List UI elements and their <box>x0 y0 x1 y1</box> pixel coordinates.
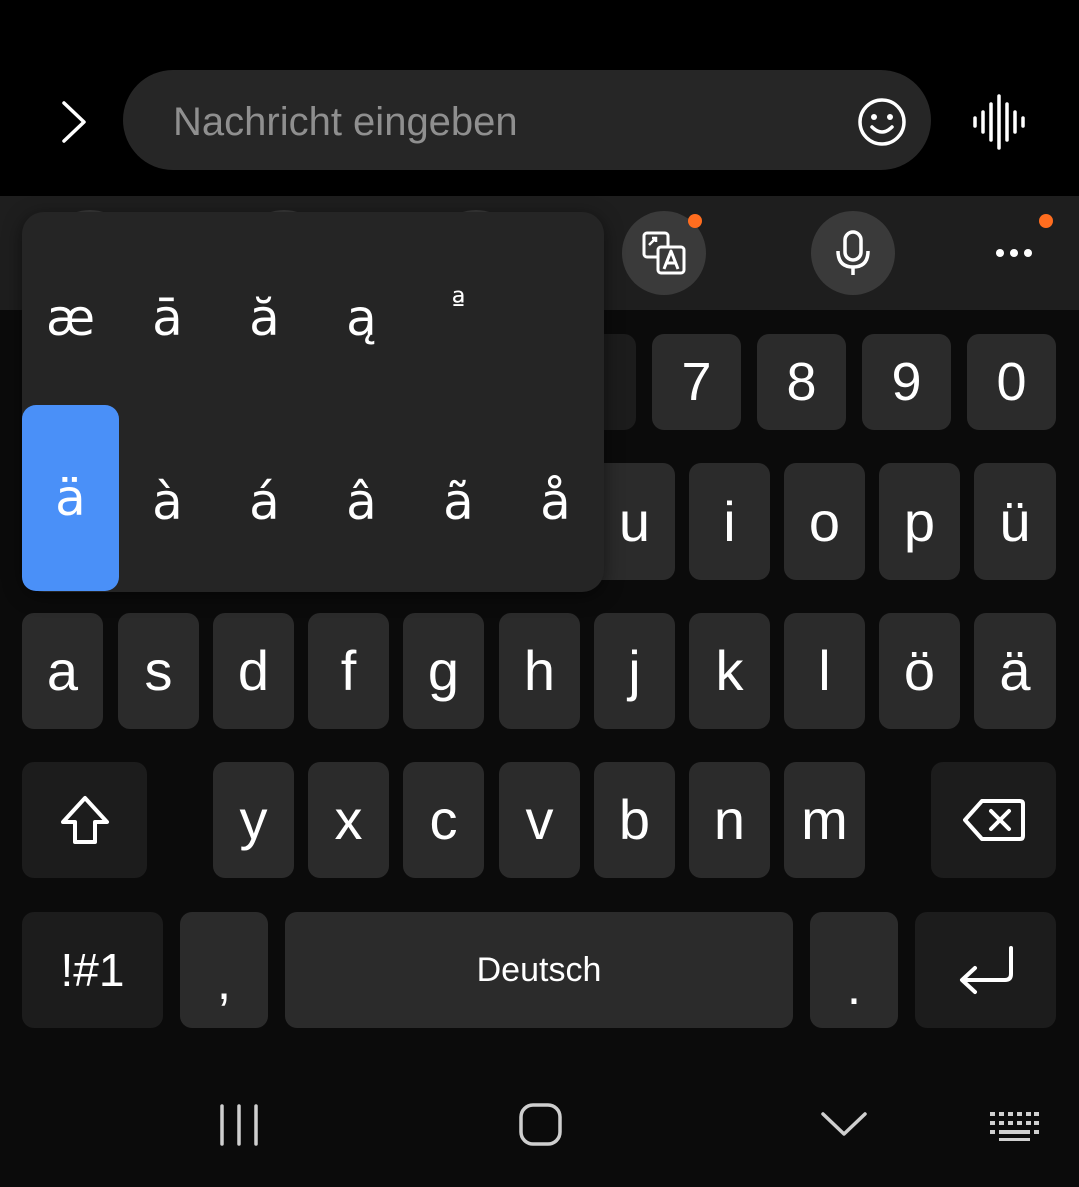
home-icon <box>519 1103 562 1146</box>
period-label: . <box>846 958 862 1016</box>
accent-option-a-tilde[interactable]: ã <box>410 452 507 552</box>
accent-option-a-ogonek[interactable]: ą <box>313 268 410 368</box>
comma-label: , <box>216 953 232 1011</box>
accent-option-a-ordinal[interactable]: ª <box>410 268 507 368</box>
key-h[interactable]: h <box>499 613 580 729</box>
shift-icon <box>60 796 109 844</box>
emoji-button[interactable] <box>854 94 910 150</box>
translate-icon <box>642 231 686 275</box>
key-l[interactable]: l <box>784 613 865 729</box>
recents-button[interactable] <box>214 1102 264 1150</box>
voice-message-button[interactable] <box>968 94 1028 150</box>
key-p[interactable]: p <box>879 463 960 580</box>
key-8[interactable]: 8 <box>757 334 846 430</box>
period-key[interactable]: . <box>810 912 898 1028</box>
key-ue[interactable]: ü <box>974 463 1056 580</box>
enter-icon <box>959 946 1013 994</box>
key-label: u <box>618 489 651 553</box>
key-b[interactable]: b <box>594 762 675 878</box>
key-m[interactable]: m <box>784 762 865 878</box>
key-o[interactable]: o <box>784 463 865 580</box>
shift-key[interactable] <box>22 762 147 878</box>
chevron-down-icon <box>821 1112 867 1136</box>
key-n[interactable]: n <box>689 762 770 878</box>
accent-option-a-ring[interactable]: å <box>507 452 604 552</box>
key-ae[interactable]: ä <box>974 613 1056 729</box>
key-d[interactable]: d <box>213 613 294 729</box>
backspace-icon <box>962 799 1025 841</box>
key-0[interactable]: 0 <box>967 334 1056 430</box>
key-f[interactable]: f <box>308 613 389 729</box>
backspace-key[interactable] <box>931 762 1056 878</box>
key-v[interactable]: v <box>499 762 580 878</box>
home-button[interactable] <box>516 1100 566 1150</box>
accent-option-a-umlaut-selected[interactable]: ä <box>22 405 119 591</box>
key-s[interactable]: s <box>118 613 199 729</box>
key-j[interactable]: j <box>594 613 675 729</box>
key-k[interactable]: k <box>689 613 770 729</box>
microphone-icon <box>836 230 870 275</box>
key-y[interactable]: y <box>213 762 294 878</box>
enter-key[interactable] <box>915 912 1056 1028</box>
accent-option-a-macron[interactable]: ā <box>119 268 216 368</box>
comma-key[interactable]: , <box>180 912 268 1028</box>
key-g[interactable]: g <box>403 613 484 729</box>
message-placeholder: Nachricht eingeben <box>173 100 518 144</box>
key-x[interactable]: x <box>308 762 389 878</box>
keyboard-switch-button[interactable] <box>988 1108 1040 1142</box>
more-options-badge <box>1039 214 1053 228</box>
more-options-button[interactable] <box>986 236 1042 270</box>
chevron-right-icon <box>62 101 86 143</box>
accent-option-a-acute[interactable]: á <box>216 452 313 552</box>
key-a[interactable]: a <box>22 613 103 729</box>
expand-button[interactable] <box>48 92 98 152</box>
dictation-button[interactable] <box>811 211 895 295</box>
symbols-key[interactable]: !#1 <box>22 912 163 1028</box>
smiley-icon <box>858 98 906 146</box>
accent-option-a-grave[interactable]: à <box>119 452 216 552</box>
key-oe[interactable]: ö <box>879 613 960 729</box>
key-c[interactable]: c <box>403 762 484 878</box>
accent-option-ae-ligature[interactable]: æ <box>22 268 119 368</box>
accent-option-a-breve[interactable]: ă <box>216 268 313 368</box>
translate-badge <box>688 214 702 228</box>
more-dots-icon <box>996 249 1032 257</box>
hide-keyboard-button[interactable] <box>818 1106 870 1142</box>
key-7[interactable]: 7 <box>652 334 741 430</box>
keyboard-icon <box>990 1112 1039 1141</box>
accent-option-a-circumflex[interactable]: â <box>313 452 410 552</box>
key-i[interactable]: i <box>689 463 770 580</box>
key-9[interactable]: 9 <box>862 334 951 430</box>
space-key[interactable]: Deutsch <box>285 912 793 1028</box>
waveform-icon <box>973 94 1025 150</box>
recents-icon <box>220 1104 258 1146</box>
